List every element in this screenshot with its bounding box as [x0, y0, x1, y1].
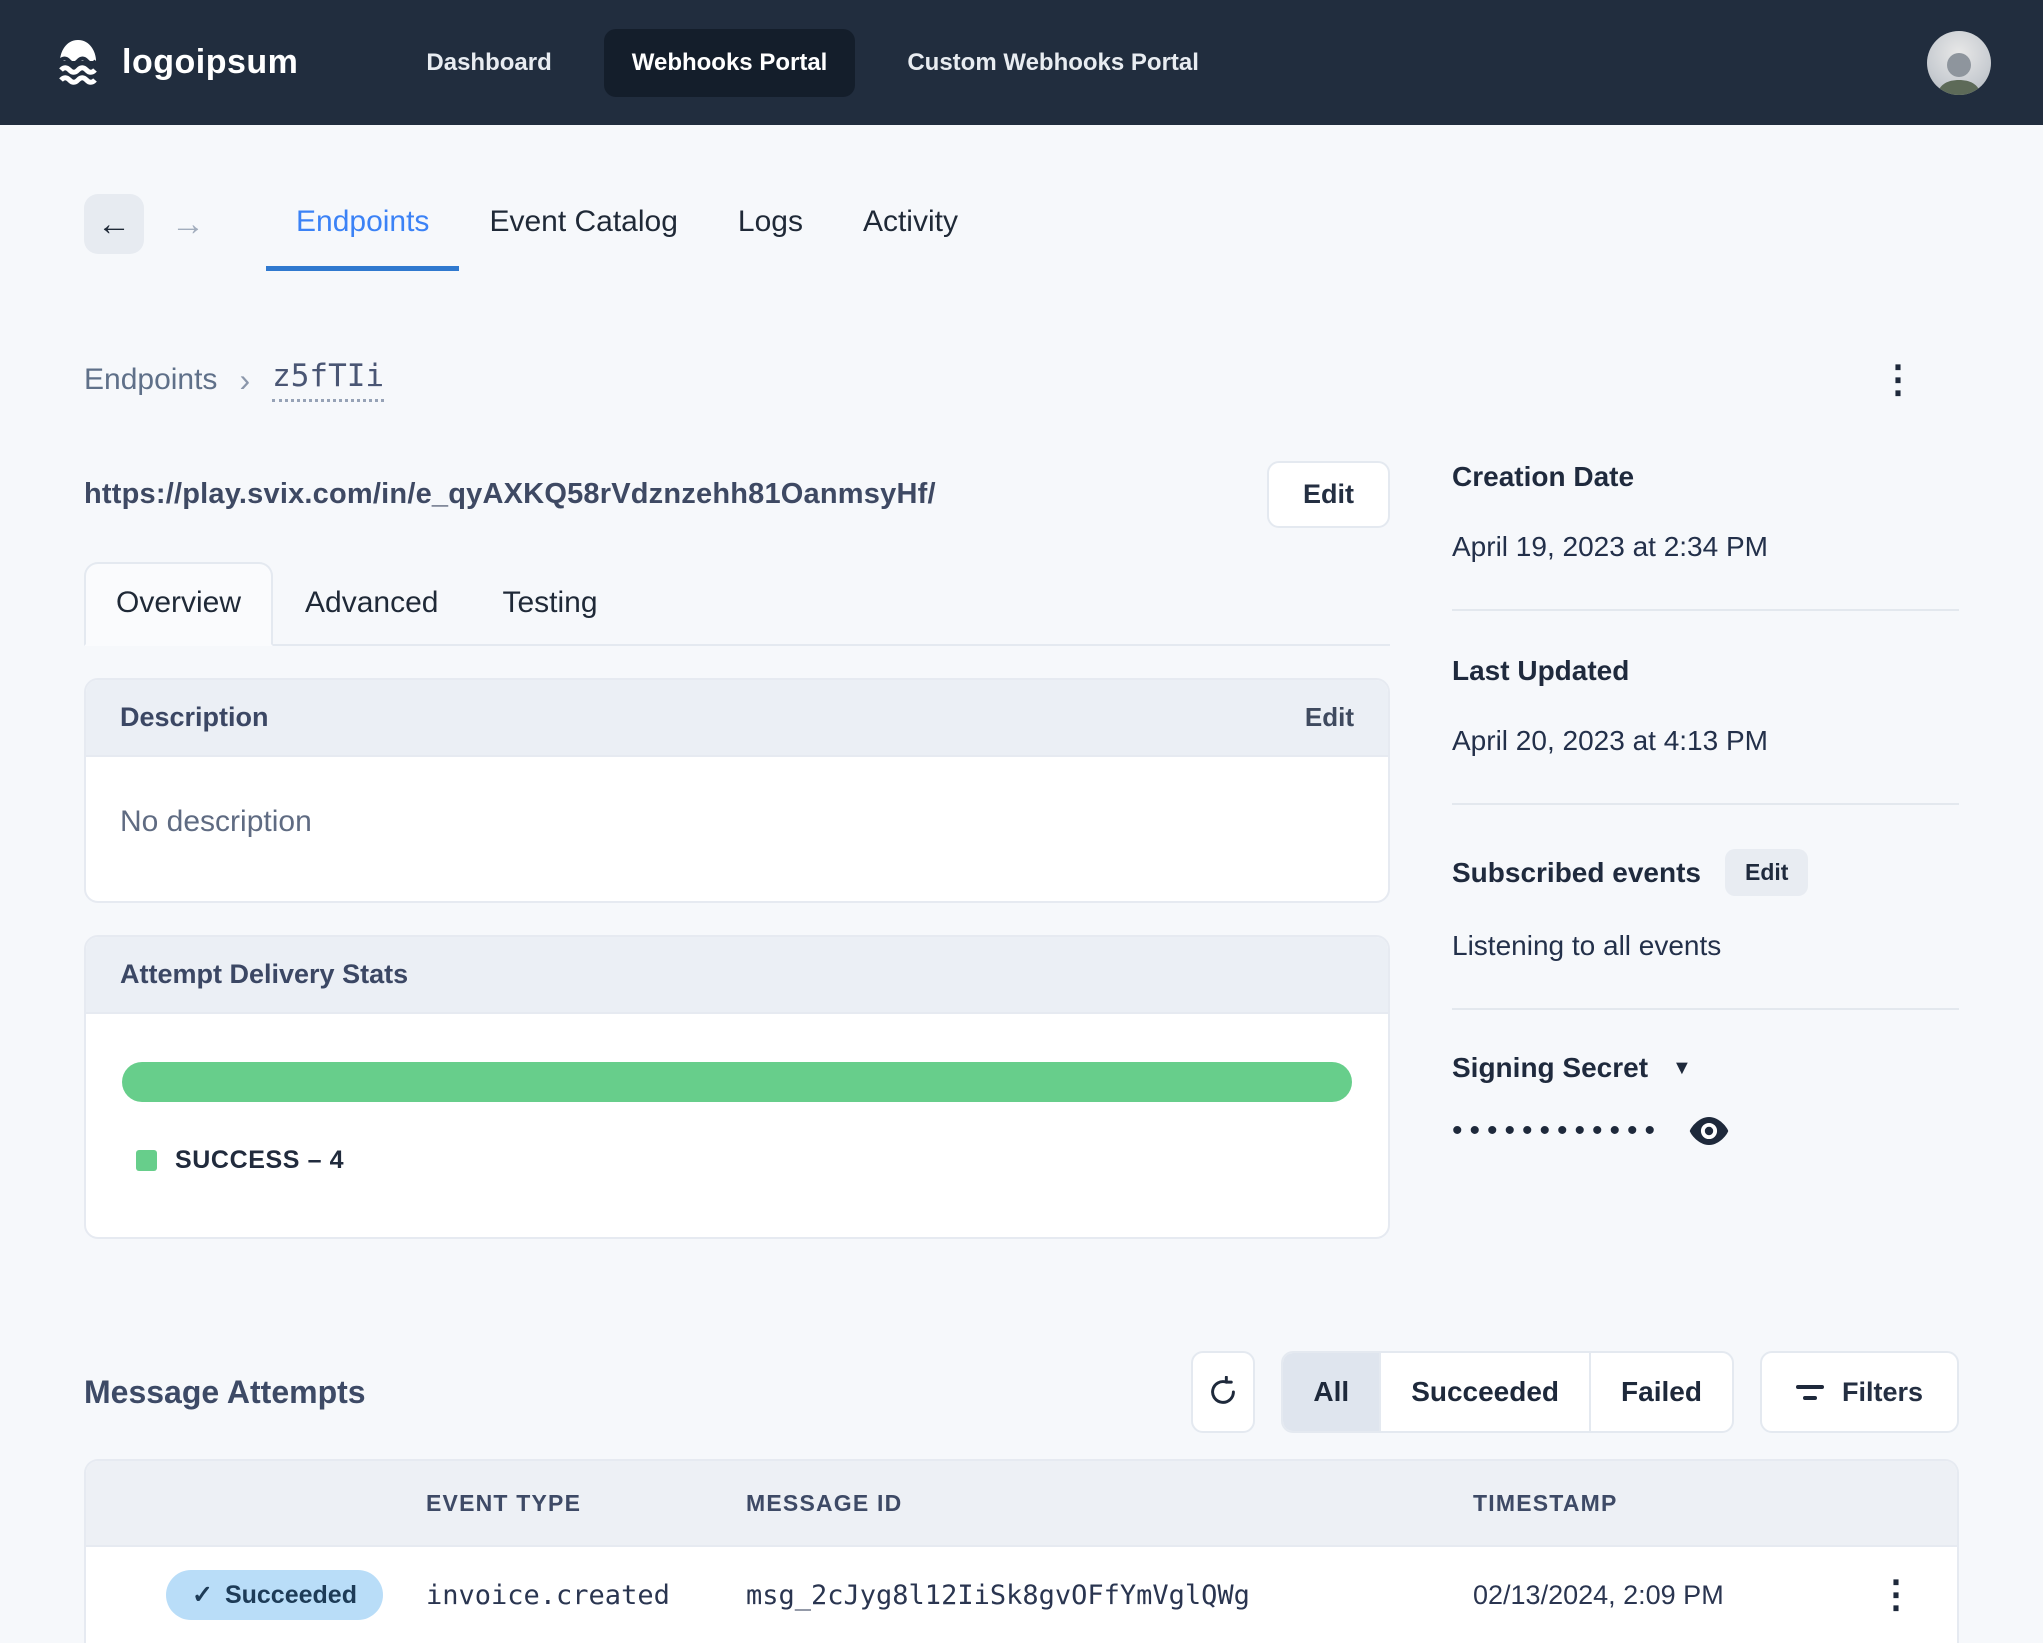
divider: [1452, 803, 1959, 805]
last-updated-value: April 20, 2023 at 4:13 PM: [1452, 725, 1768, 756]
nav-item-webhooks-portal[interactable]: Webhooks Portal: [603, 28, 856, 97]
filters-button[interactable]: Filters: [1759, 1351, 1959, 1433]
delivery-stats-title: Attempt Delivery Stats: [120, 959, 409, 989]
delivery-stats-legend: SUCCESS – 4: [122, 1146, 1352, 1175]
column-header-timestamp: Timestamp: [1473, 1489, 1618, 1516]
table-row[interactable]: ✓ Succeeded invoice.created msg_2cJyg8l1…: [86, 1547, 1957, 1643]
message-attempts-table: Event Type Message ID Timestamp ✓ Succee…: [84, 1459, 1959, 1643]
tab-advanced[interactable]: Advanced: [273, 562, 470, 646]
segment-all[interactable]: All: [1283, 1353, 1380, 1431]
divider: [1452, 609, 1959, 611]
tab-testing[interactable]: Testing: [470, 562, 629, 646]
tab-endpoints[interactable]: Endpoints: [266, 191, 460, 271]
endpoint-detail-tabs: Overview Advanced Testing: [84, 562, 1390, 646]
divider: [1452, 1008, 1959, 1010]
cell-timestamp: 02/13/2024, 2:09 PM: [1473, 1579, 1724, 1610]
endpoint-menu-kebab-icon[interactable]: ⋮: [1865, 355, 1931, 405]
subscribed-events-label: Subscribed events: [1452, 856, 1701, 888]
main-nav: Dashboard Webhooks Portal Custom Webhook…: [398, 28, 1227, 97]
description-card-title: Description: [120, 702, 269, 732]
tab-overview[interactable]: Overview: [84, 562, 274, 646]
cell-event-type: invoice.created: [426, 1579, 670, 1611]
creation-date-value: April 19, 2023 at 2:34 PM: [1452, 531, 1768, 562]
column-header-event-type: Event Type: [426, 1489, 582, 1516]
edit-description-button[interactable]: Edit: [1305, 702, 1354, 733]
success-legend-label: SUCCESS – 4: [175, 1146, 345, 1174]
filters-button-label: Filters: [1841, 1376, 1923, 1407]
tab-logs[interactable]: Logs: [708, 191, 833, 271]
segment-succeeded[interactable]: Succeeded: [1379, 1353, 1589, 1431]
description-empty-text: No description: [120, 805, 312, 838]
brand-logo[interactable]: logoipsum: [52, 37, 298, 89]
nav-item-custom-webhooks-portal[interactable]: Custom Webhooks Portal: [879, 29, 1227, 97]
refresh-icon: [1207, 1376, 1239, 1408]
delivery-stats-card: Attempt Delivery Stats SUCCESS – 4: [84, 935, 1390, 1239]
last-updated-label: Last Updated: [1452, 655, 1630, 686]
edit-url-button[interactable]: Edit: [1267, 461, 1390, 528]
status-badge-label: Succeeded: [224, 1580, 357, 1609]
tab-activity[interactable]: Activity: [833, 191, 988, 271]
brand-name: logoipsum: [122, 43, 299, 81]
attempts-filter-segmented: All Succeeded Failed: [1281, 1351, 1734, 1433]
portal-tab-bar: ← → Endpoints Event Catalog Logs Activit…: [84, 191, 1959, 271]
endpoint-url: https://play.svix.com/in/e_qyAXKQ58rVdzn…: [84, 478, 936, 510]
breadcrumb-endpoint-id[interactable]: z5fTIi: [272, 358, 385, 402]
check-icon: ✓: [192, 1581, 213, 1609]
signing-secret-masked-value: ••••••••••••: [1452, 1114, 1663, 1147]
message-attempts-title: Message Attempts: [84, 1373, 366, 1410]
creation-date-label: Creation Date: [1452, 461, 1635, 492]
success-legend-swatch: [136, 1150, 157, 1171]
status-badge: ✓ Succeeded: [166, 1570, 383, 1620]
user-avatar[interactable]: [1927, 30, 1991, 95]
refresh-button[interactable]: [1191, 1351, 1256, 1433]
delivery-stats-bar-track: [122, 1062, 1352, 1102]
logo-wave-icon: [52, 37, 104, 89]
table-header-row: Event Type Message ID Timestamp: [86, 1461, 1957, 1547]
chevron-right-icon: ›: [239, 361, 251, 398]
reveal-secret-eye-icon[interactable]: [1688, 1114, 1730, 1148]
endpoint-meta-sidebar: Creation Date April 19, 2023 at 2:34 PM …: [1452, 461, 1959, 1148]
delivery-stats-success-bar: [122, 1062, 1352, 1102]
subscribed-events-value: Listening to all events: [1452, 930, 1722, 961]
description-card: Description Edit No description: [84, 678, 1390, 903]
back-arrow-icon[interactable]: ←: [84, 194, 144, 254]
breadcrumb-endpoints-link[interactable]: Endpoints: [84, 363, 217, 397]
segment-failed[interactable]: Failed: [1589, 1353, 1732, 1431]
row-menu-kebab-icon[interactable]: ⋮: [1863, 1568, 1929, 1622]
forward-arrow-icon[interactable]: →: [158, 194, 218, 254]
nav-item-dashboard[interactable]: Dashboard: [398, 29, 579, 97]
tab-event-catalog[interactable]: Event Catalog: [459, 191, 707, 271]
signing-secret-label: Signing Secret: [1452, 1052, 1649, 1083]
breadcrumb: Endpoints › z5fTIi ⋮: [84, 355, 1959, 405]
edit-subscribed-events-button[interactable]: Edit: [1724, 849, 1809, 896]
filter-icon: [1795, 1384, 1824, 1400]
cell-message-id: msg_2cJyg8l12IiSk8gvOFfYmVglQWg: [746, 1579, 1250, 1611]
top-nav: logoipsum Dashboard Webhooks Portal Cust…: [0, 0, 2043, 125]
column-header-message-id: Message ID: [746, 1489, 903, 1516]
chevron-down-icon[interactable]: ▼: [1672, 1057, 1692, 1080]
